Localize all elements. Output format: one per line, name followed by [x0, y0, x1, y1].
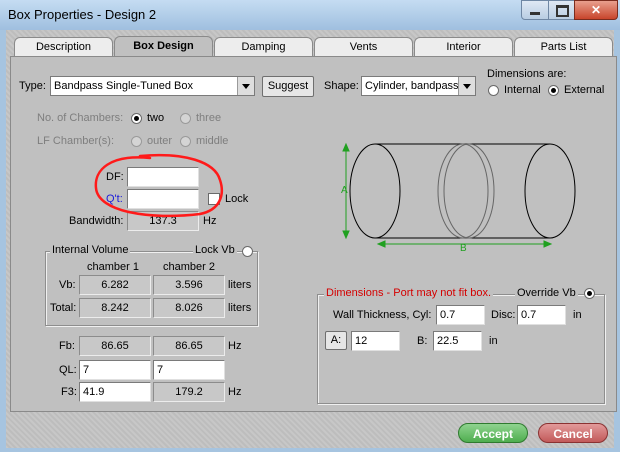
radio-two[interactable]: [131, 113, 142, 124]
f3-chamber1-input[interactable]: 41.9: [79, 382, 151, 402]
tab-interior[interactable]: Interior: [414, 37, 513, 57]
radio-lock-vb[interactable]: [242, 246, 253, 257]
radio-middle[interactable]: [180, 136, 191, 147]
radio-external-label: External: [564, 84, 605, 96]
annotation-stroke: [94, 153, 224, 218]
internal-volume-legend: Internal Volume: [50, 244, 131, 256]
radio-three-label: three: [196, 112, 222, 124]
dimensions-are-label: Dimensions are:: [487, 68, 567, 80]
wall-unit: in: [573, 309, 582, 321]
b-label: B:: [417, 335, 428, 347]
ql-chamber1-input[interactable]: 7: [79, 360, 151, 380]
tab-box-design[interactable]: Box Design: [114, 36, 213, 58]
window-title: Box Properties - Design 2: [8, 7, 157, 22]
maximize-button[interactable]: [548, 0, 575, 20]
shape-select-value: Cylinder, bandpass: [365, 80, 459, 92]
dimension-a-arrow-top: [342, 142, 350, 152]
f3-label: F3:: [61, 386, 77, 398]
chevron-down-icon[interactable]: [458, 77, 475, 95]
wall-thickness-label: Wall Thickness, Cyl:: [333, 309, 432, 321]
total-unit: liters: [228, 302, 252, 314]
minimize-button[interactable]: [521, 0, 549, 20]
vb-label: Vb:: [59, 279, 76, 291]
dimension-b-arrow-left: [376, 240, 386, 248]
minimize-icon: [530, 12, 540, 15]
wall-disc-input[interactable]: 0.7: [517, 305, 566, 325]
lock-vb-label: Lock Vb: [193, 244, 237, 256]
cylinder-right-end: [524, 143, 576, 239]
tab-vents[interactable]: Vents: [314, 37, 413, 57]
wall-cyl-input[interactable]: 0.7: [436, 305, 485, 325]
total-chamber1: 8.242: [79, 298, 151, 318]
cancel-button[interactable]: Cancel: [538, 423, 608, 443]
dimension-b-arrow-right: [543, 240, 553, 248]
vb-chamber2: 3.596: [153, 275, 225, 295]
shape-label: Shape:: [324, 80, 359, 92]
fb-chamber2: 86.65: [153, 336, 225, 356]
chamber1-header: chamber 1: [87, 261, 139, 273]
annotation-circle: [94, 153, 224, 218]
vb-chamber1: 6.282: [79, 275, 151, 295]
chambers-label: No. of Chambers:: [37, 112, 124, 124]
fb-label: Fb:: [59, 340, 75, 352]
tab-parts-list[interactable]: Parts List: [514, 37, 613, 57]
fb-chamber1: 86.65: [79, 336, 151, 356]
ql-chamber2-input[interactable]: 7: [153, 360, 225, 380]
tab-description[interactable]: Description: [14, 37, 113, 57]
disc-label: Disc:: [491, 309, 516, 321]
dimensions-warning: Dimensions - Port may not fit box.: [324, 287, 494, 299]
internal-volume-group: [45, 251, 258, 326]
radio-middle-label: middle: [196, 135, 229, 147]
f3-unit: Hz: [228, 386, 242, 398]
radio-external[interactable]: [548, 85, 559, 96]
fb-unit: Hz: [228, 340, 242, 352]
a-input[interactable]: 12: [351, 331, 400, 351]
override-vb-label: Override Vb: [515, 287, 578, 299]
partition-disc-2: [443, 143, 495, 239]
radio-outer[interactable]: [131, 136, 142, 147]
title-bar[interactable]: Box Properties - Design 2 ✕: [0, 0, 620, 30]
tab-damping[interactable]: Damping: [214, 37, 313, 57]
dimension-a-label: A: [341, 185, 348, 196]
dimension-a-arrow-bottom: [342, 230, 350, 240]
lf-chamber-label: LF Chamber(s):: [37, 135, 115, 147]
radio-internal-label: Internal: [504, 84, 541, 96]
radio-three[interactable]: [180, 113, 191, 124]
chamber2-header: chamber 2: [163, 261, 215, 273]
vb-unit: liters: [228, 279, 252, 291]
total-chamber2: 8.026: [153, 298, 225, 318]
type-select[interactable]: Bandpass Single-Tuned Box: [50, 76, 255, 96]
dimension-unit: in: [489, 335, 498, 347]
dialog-window: Box Properties - Design 2 ✕ Description …: [0, 0, 620, 452]
maximize-icon: [556, 5, 569, 17]
chevron-down-icon[interactable]: [237, 77, 254, 95]
close-icon: ✕: [590, 3, 602, 17]
accept-button[interactable]: Accept: [458, 423, 528, 443]
shape-select[interactable]: Cylinder, bandpass: [361, 76, 476, 96]
close-button[interactable]: ✕: [574, 0, 618, 20]
suggest-button[interactable]: Suggest: [262, 76, 314, 97]
type-select-value: Bandpass Single-Tuned Box: [54, 80, 194, 92]
radio-override-vb[interactable]: [584, 288, 595, 299]
b-input[interactable]: 22.5: [433, 331, 482, 351]
radio-two-label: two: [147, 112, 165, 124]
ql-label: QL:: [59, 364, 77, 376]
a-button[interactable]: A:: [325, 331, 347, 350]
type-label: Type:: [19, 80, 46, 92]
radio-outer-label: outer: [147, 135, 173, 147]
radio-internal[interactable]: [488, 85, 499, 96]
total-label: Total:: [50, 302, 77, 314]
dimension-b-label: B: [460, 243, 467, 254]
f3-chamber2: 179.2: [153, 382, 225, 402]
cylinder-left-end: [349, 143, 401, 239]
cylinder-diagram: A B: [341, 142, 576, 254]
partition-disc-1: [437, 143, 489, 239]
